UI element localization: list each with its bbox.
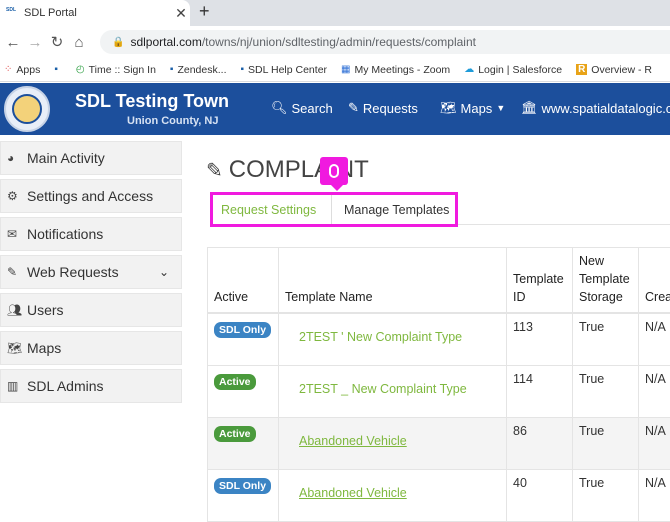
bookmark-overview[interactable]: ROverview - R	[576, 64, 652, 76]
dashboard-icon: ◕	[7, 151, 25, 165]
calendar-icon: ▦	[341, 64, 350, 75]
table-row[interactable]: SDL Only 2TEST ' New Complaint Type 113 …	[208, 313, 670, 365]
column-header-created-on[interactable]: Created On	[639, 248, 670, 314]
lock-icon: 🔒	[112, 37, 124, 48]
pencil-icon: ✎	[7, 265, 25, 279]
sdl-favicon-icon: ▪	[241, 64, 245, 75]
template-storage: True	[573, 313, 639, 365]
nav-external-site[interactable]: 🏛︎www.spatialdatalogic.com	[521, 100, 670, 116]
building-icon: ▥	[7, 379, 25, 393]
template-name-link[interactable]: Abandoned Vehicle	[285, 424, 500, 448]
template-id: 86	[507, 417, 573, 469]
site-county: Union County, NJ	[127, 115, 218, 127]
new-tab-button[interactable]: +	[199, 1, 210, 22]
forward-icon[interactable]: →	[24, 34, 46, 51]
bookmark-zendesk[interactable]: ▪Zendesk...	[170, 64, 227, 76]
browser-tab[interactable]: SDL SDL Portal ✕	[0, 0, 190, 26]
caret-down-icon: ▼	[496, 103, 505, 113]
tab-request-settings[interactable]: Request Settings	[213, 203, 331, 217]
template-storage: True	[573, 365, 639, 417]
r-logo-icon: R	[576, 64, 587, 75]
tab-divider	[458, 224, 670, 225]
template-storage: True	[573, 417, 639, 469]
pencil-icon: ✎	[348, 100, 359, 116]
address-bar[interactable]: 🔒 sdlportal.com /towns/nj/union/sdltesti…	[100, 30, 670, 54]
sidebar-item-notifications[interactable]: ✉ Notifications	[0, 217, 182, 251]
clock-icon: ◴	[76, 64, 85, 75]
column-header-new-template-storage[interactable]: New Template Storage	[573, 248, 639, 314]
sidebar-item-maps[interactable]: 🗺︎ Maps	[0, 331, 182, 365]
bookmark-sdl-help[interactable]: ▪SDL Help Center	[241, 64, 328, 76]
institution-icon: 🏛︎	[521, 100, 538, 116]
map-icon: 🗺︎	[440, 100, 457, 116]
site-name[interactable]: SDL Testing Town	[75, 91, 229, 112]
browser-tab-strip: SDL SDL Portal ✕ +	[0, 0, 670, 26]
bookmark-salesforce[interactable]: ☁Login | Salesforce	[464, 64, 562, 76]
status-badge: SDL Only	[214, 322, 271, 338]
sdl-favicon-icon: SDL	[6, 8, 18, 18]
gear-icon: ⚙	[7, 189, 25, 203]
reload-icon[interactable]: ↻	[46, 33, 68, 51]
url-host: sdlportal.com	[130, 35, 201, 49]
apps-grid-icon: ⁘	[4, 64, 12, 75]
table-row[interactable]: SDL Only Abandoned Vehicle 40 True N/A	[208, 469, 670, 521]
bookmark-time[interactable]: ◴Time :: Sign In	[76, 64, 156, 76]
created-on: N/A	[639, 365, 670, 417]
nav-maps[interactable]: 🗺︎Maps▼	[440, 100, 505, 116]
bookmark-apps[interactable]: ⁘Apps	[4, 64, 40, 76]
templates-table: Active Template Name Template ID New Tem…	[207, 247, 670, 522]
envelope-icon: ✉	[7, 227, 25, 241]
state-seal-logo	[4, 86, 50, 132]
cloud-icon: ☁	[464, 64, 474, 75]
template-tabs: Request Settings Manage Templates	[210, 192, 458, 227]
close-tab-icon[interactable]: ✕	[172, 5, 190, 22]
nav-search[interactable]: 🔍︎Search	[271, 100, 333, 116]
bookmarks-bar: ⁘Apps ▪ ◴Time :: Sign In ▪Zendesk... ▪SD…	[0, 58, 670, 82]
pencil-icon: ✎	[206, 158, 223, 183]
column-header-active[interactable]: Active	[208, 248, 279, 314]
template-name-link[interactable]: 2TEST ' New Complaint Type	[285, 320, 500, 344]
browser-toolbar: ← → ↻ ⌂ 🔒 sdlportal.com /towns/nj/union/…	[0, 26, 670, 58]
site-header: SDL Testing Town Union County, NJ 🔍︎Sear…	[0, 83, 670, 135]
search-icon: 🔍︎	[271, 100, 288, 116]
created-on: N/A	[639, 417, 670, 469]
bookmark-sdl[interactable]: ▪	[54, 64, 62, 75]
sidebar-item-users[interactable]: 👥︎ Users	[0, 293, 182, 327]
sidebar-item-main-activity[interactable]: ◕ Main Activity	[0, 141, 182, 175]
tab-manage-templates[interactable]: Manage Templates	[331, 195, 449, 224]
nav-requests[interactable]: ✎Requests	[348, 100, 418, 116]
template-id: 40	[507, 469, 573, 521]
table-header-row: Active Template Name Template ID New Tem…	[208, 248, 670, 314]
table-row[interactable]: Active Abandoned Vehicle 86 True N/A	[208, 417, 670, 469]
column-header-template-id[interactable]: Template ID	[507, 248, 573, 314]
tab-title: SDL Portal	[24, 7, 172, 19]
sdl-favicon-icon: ▪	[170, 64, 174, 75]
column-header-template-name[interactable]: Template Name	[279, 248, 507, 314]
status-badge: SDL Only	[214, 478, 271, 494]
table-row[interactable]: Active 2TEST _ New Complaint Type 114 Tr…	[208, 365, 670, 417]
sidebar-item-sdl-admins[interactable]: ▥ SDL Admins	[0, 369, 182, 403]
home-icon[interactable]: ⌂	[68, 34, 90, 51]
mouse-click-indicator-icon	[320, 157, 348, 185]
template-name-link[interactable]: 2TEST _ New Complaint Type	[285, 372, 500, 396]
users-icon: 👥︎	[7, 303, 25, 317]
created-on: N/A	[639, 469, 670, 521]
url-path: /towns/nj/union/sdltesting/admin/request…	[202, 35, 476, 49]
created-on: N/A	[639, 313, 670, 365]
sidebar-item-web-requests[interactable]: ✎ Web Requests ⌄	[0, 255, 182, 289]
template-id: 113	[507, 313, 573, 365]
status-badge: Active	[214, 426, 256, 442]
chevron-down-icon[interactable]: ⌄	[159, 265, 169, 279]
sdl-favicon-icon: ▪	[54, 64, 58, 75]
back-icon[interactable]: ←	[2, 34, 24, 51]
template-id: 114	[507, 365, 573, 417]
template-name-link[interactable]: Abandoned Vehicle	[285, 476, 500, 500]
bookmark-zoom[interactable]: ▦My Meetings - Zoom	[341, 64, 450, 76]
admin-sidebar: ◕ Main Activity ⚙ Settings and Access ✉ …	[0, 141, 182, 407]
sidebar-item-settings-and-access[interactable]: ⚙ Settings and Access	[0, 179, 182, 213]
status-badge: Active	[214, 374, 256, 390]
map-icon: 🗺︎	[7, 341, 25, 355]
template-storage: True	[573, 469, 639, 521]
